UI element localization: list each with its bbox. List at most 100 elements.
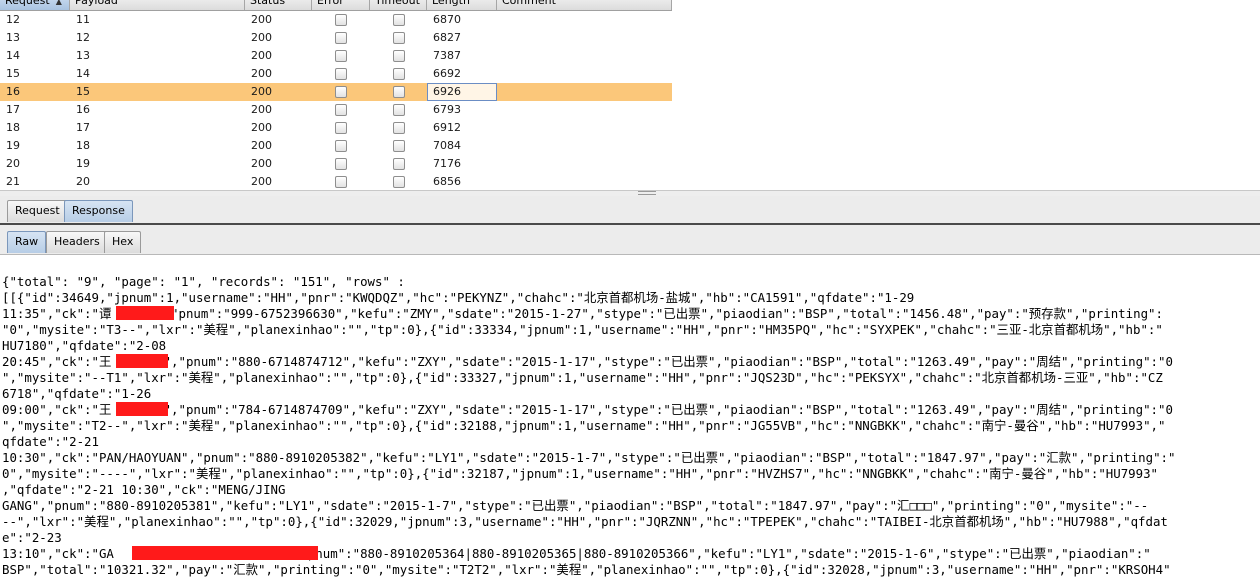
cell-timeout: [370, 83, 427, 101]
column-header-error[interactable]: Error: [312, 0, 370, 10]
cell-comment: [497, 65, 672, 83]
cell-length: 6827: [433, 31, 461, 44]
cell-error: [312, 83, 370, 101]
timeout-checkbox[interactable]: [392, 176, 405, 188]
cell-request: 19: [6, 139, 20, 152]
table-row[interactable]: 21 20 200 6856: [0, 173, 672, 190]
cell-length: 6926: [427, 83, 497, 101]
cell-payload: 20: [76, 175, 90, 188]
column-header-status[interactable]: Status: [245, 0, 312, 10]
cell-timeout: [370, 155, 427, 173]
cell-comment: [497, 83, 672, 101]
table-row[interactable]: 16 15 200 6926: [0, 83, 672, 101]
tab-request[interactable]: Request: [7, 200, 68, 222]
cell-comment: [497, 155, 672, 173]
cell-request: 14: [6, 49, 20, 62]
cell-length: 7084: [433, 139, 461, 152]
cell-length: 6870: [433, 13, 461, 26]
tab-response[interactable]: Response: [64, 200, 133, 222]
timeout-checkbox[interactable]: [392, 104, 405, 116]
cell-comment: [497, 137, 672, 155]
request-response-tabs: Request Response: [0, 196, 1260, 225]
cell-status: 200: [251, 157, 272, 170]
cell-payload: 17: [76, 121, 90, 134]
column-header-timeout[interactable]: Timeout: [370, 0, 427, 10]
cell-timeout: [370, 173, 427, 190]
redaction-mark: [116, 402, 168, 416]
cell-length: 6793: [433, 103, 461, 116]
timeout-checkbox[interactable]: [392, 68, 405, 80]
column-header-comment[interactable]: Comment: [497, 0, 672, 10]
tab-headers[interactable]: Headers: [46, 231, 108, 253]
timeout-checkbox[interactable]: [392, 122, 405, 134]
cell-comment: [497, 101, 672, 119]
cell-payload: 12: [76, 31, 90, 44]
cell-length: 6912: [433, 121, 461, 134]
table-row[interactable]: 18 17 200 6912: [0, 119, 672, 137]
column-header-payload[interactable]: Payload: [70, 0, 245, 10]
cell-payload: 18: [76, 139, 90, 152]
cell-payload: 11: [76, 13, 90, 26]
timeout-checkbox[interactable]: [392, 158, 405, 170]
error-checkbox[interactable]: [335, 68, 347, 80]
results-table: Request ▲ Payload Status Error Timeout Length C…: [0, 0, 672, 190]
cell-status: 200: [251, 13, 272, 26]
cell-comment: [497, 47, 672, 65]
cell-length: 6692: [433, 67, 461, 80]
cell-status: 200: [251, 67, 272, 80]
cell-error: [312, 173, 370, 190]
cell-request: 16: [6, 85, 20, 98]
cell-error: [312, 155, 370, 173]
timeout-checkbox[interactable]: [392, 86, 405, 98]
error-checkbox[interactable]: [335, 14, 347, 26]
table-row[interactable]: 20 19 200 7176: [0, 155, 672, 173]
column-header-length[interactable]: Length: [427, 0, 497, 10]
error-checkbox[interactable]: [335, 140, 347, 152]
cell-timeout: [370, 137, 427, 155]
table-row[interactable]: 13 12 200 6827: [0, 29, 672, 47]
cell-status: 200: [251, 121, 272, 134]
error-checkbox[interactable]: [335, 86, 347, 98]
error-checkbox[interactable]: [335, 122, 347, 134]
raw-response-text[interactable]: {"total": "9", "page": "1", "records": "…: [2, 274, 1175, 578]
cell-request: 17: [6, 103, 20, 116]
cell-payload: 16: [76, 103, 90, 116]
timeout-checkbox[interactable]: [392, 32, 405, 44]
table-row[interactable]: 15 14 200 6692: [0, 65, 672, 83]
table-row[interactable]: 12 11 200 6870: [0, 11, 672, 29]
error-checkbox[interactable]: [335, 50, 347, 62]
sort-ascending-icon: ▲: [55, 0, 62, 6]
raw-response-editor[interactable]: {"total": "9", "page": "1", "records": "…: [0, 255, 1260, 583]
column-header-request[interactable]: Request ▲: [0, 0, 70, 10]
error-checkbox[interactable]: [335, 158, 347, 170]
message-view-tabs: Raw Headers Hex: [0, 225, 1260, 255]
redaction-mark: [116, 306, 174, 320]
cell-request: 15: [6, 67, 20, 80]
table-row[interactable]: 14 13 200 7387: [0, 47, 672, 65]
tab-hex[interactable]: Hex: [104, 231, 142, 253]
cell-error: [312, 11, 370, 29]
error-checkbox[interactable]: [335, 32, 347, 44]
splitter-grip-icon[interactable]: [638, 191, 656, 195]
cell-request: 18: [6, 121, 20, 134]
cell-error: [312, 101, 370, 119]
cell-status: 200: [251, 49, 272, 62]
cell-comment: [497, 119, 672, 137]
tab-raw[interactable]: Raw: [7, 231, 47, 253]
table-row[interactable]: 17 16 200 6793: [0, 101, 672, 119]
table-header: Request ▲ Payload Status Error Timeout Length C…: [0, 0, 672, 11]
error-checkbox[interactable]: [335, 104, 347, 116]
cell-status: 200: [251, 103, 272, 116]
cell-timeout: [370, 119, 427, 137]
error-checkbox[interactable]: [335, 176, 347, 188]
cell-length: 7387: [433, 49, 461, 62]
cell-error: [312, 29, 370, 47]
timeout-checkbox[interactable]: [392, 14, 405, 26]
timeout-checkbox[interactable]: [392, 140, 405, 152]
cell-comment: [497, 173, 672, 190]
cell-status: 200: [251, 31, 272, 44]
cell-error: [312, 137, 370, 155]
redaction-mark: [116, 354, 168, 368]
table-row[interactable]: 19 18 200 7084: [0, 137, 672, 155]
timeout-checkbox[interactable]: [392, 50, 405, 62]
